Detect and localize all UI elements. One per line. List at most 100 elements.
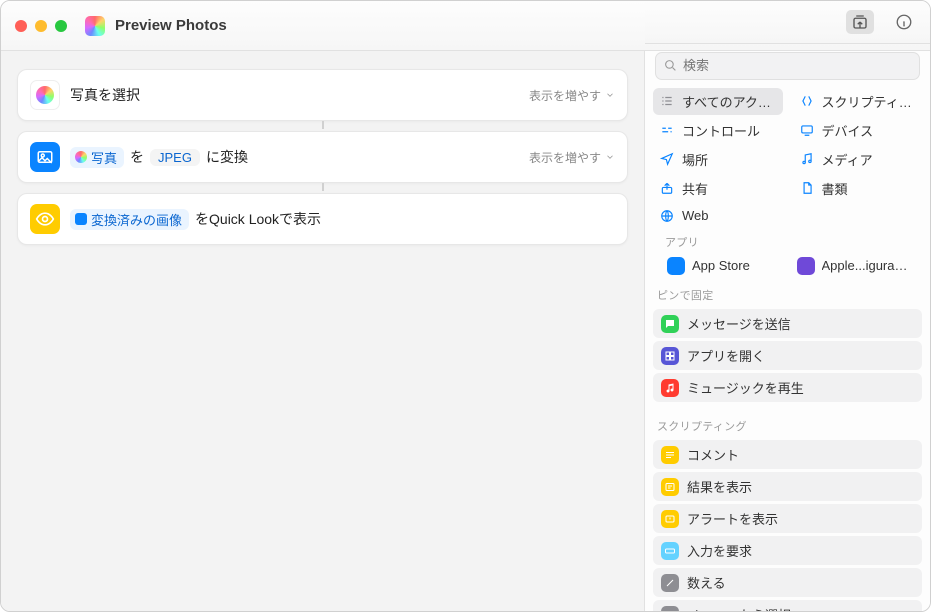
- variable-token[interactable]: 変換済みの画像: [70, 209, 189, 230]
- alert-icon: [661, 510, 679, 528]
- text: を: [130, 147, 144, 167]
- music-icon: [661, 379, 679, 397]
- action-list-item[interactable]: 数える: [653, 568, 922, 597]
- workflow-canvas[interactable]: 写真を選択表示を増やす写真をJPEGに変換表示を増やす変換済みの画像をQuick…: [1, 51, 644, 611]
- category-item[interactable]: 書類: [793, 175, 923, 202]
- action-card[interactable]: 写真を選択 表示を増やす: [17, 69, 628, 121]
- comment-icon: [661, 446, 679, 464]
- action-list-item[interactable]: ミュージックを再生: [653, 373, 922, 402]
- search-field[interactable]: [655, 52, 920, 80]
- eye-icon: [30, 204, 60, 234]
- web-icon: [659, 208, 675, 224]
- categories-section: すべてのアクシ…スクリプティングコントロールデバイス場所メディア共有書類Web …: [645, 88, 930, 281]
- category-label: デバイス: [822, 121, 874, 140]
- action-list-item[interactable]: メッセージを送信: [653, 309, 922, 338]
- show-more-button[interactable]: 表示を増やす: [529, 149, 615, 166]
- window: Preview Photos 写真を選択表示を増やす写真をJPEGに変換表示を増…: [0, 0, 931, 612]
- minimize-window-button[interactable]: [35, 20, 47, 32]
- category-label: 書類: [822, 179, 848, 198]
- action-text: 変換済みの画像をQuick Lookで表示: [70, 209, 321, 230]
- action-label: メッセージを送信: [687, 314, 791, 333]
- control-icon: [659, 122, 675, 138]
- app-item[interactable]: Apple...igurator: [793, 254, 913, 278]
- action-card[interactable]: 写真を JPEG に変換 表示を増やす: [17, 131, 628, 183]
- action-label: メニューから選択: [687, 605, 791, 611]
- library-button[interactable]: [846, 10, 874, 34]
- action-list-item[interactable]: 入力を要求: [653, 536, 922, 565]
- action-label: アプリを開く: [687, 346, 765, 365]
- app-label: Apple...igurator: [822, 258, 909, 273]
- action-text: 写真を選択: [70, 85, 140, 105]
- app-item[interactable]: App Store: [663, 254, 783, 278]
- category-label: メディア: [822, 150, 873, 169]
- action-card[interactable]: 変換済みの画像をQuick Lookで表示: [17, 193, 628, 245]
- action-label: アラートを表示: [687, 509, 778, 528]
- search-icon: [664, 59, 677, 72]
- list-icon: [659, 93, 675, 109]
- action-list-item[interactable]: コメント: [653, 440, 922, 469]
- configurator-icon: [797, 257, 815, 275]
- action-label: コメント: [687, 445, 739, 464]
- action-label: 数える: [687, 573, 726, 592]
- result-icon: [661, 478, 679, 496]
- location-icon: [659, 151, 675, 167]
- content: 写真を選択表示を増やす写真をJPEGに変換表示を増やす変換済みの画像をQuick…: [1, 51, 930, 611]
- doc-icon: [799, 180, 815, 196]
- app-label: App Store: [692, 258, 750, 273]
- category-item[interactable]: コントロール: [653, 117, 783, 144]
- share-icon: [659, 180, 675, 196]
- text: 写真を選択: [70, 85, 140, 105]
- category-label: スクリプティング: [822, 92, 917, 111]
- app-icon: [85, 16, 105, 36]
- category-label: コントロール: [682, 121, 760, 140]
- info-button[interactable]: [890, 10, 918, 34]
- search-row: [645, 44, 930, 88]
- sidebar: すべてのアクシ…スクリプティングコントロールデバイス場所メディア共有書類Web …: [644, 51, 930, 611]
- window-title: Preview Photos: [115, 17, 227, 34]
- action-connector: [317, 121, 329, 131]
- category-item[interactable]: 場所: [653, 146, 783, 173]
- close-window-button[interactable]: [15, 20, 27, 32]
- sidebar-toolbar: [645, 1, 930, 44]
- appstore-icon: [667, 257, 685, 275]
- action-label: ミュージックを再生: [687, 378, 804, 397]
- category-item[interactable]: 共有: [653, 175, 783, 202]
- category-item[interactable]: すべてのアクシ…: [653, 88, 783, 115]
- window-controls: [15, 20, 67, 32]
- action-text: 写真を JPEG に変換: [70, 147, 248, 168]
- picture-icon: [30, 142, 60, 172]
- category-item[interactable]: Web: [653, 204, 783, 228]
- messages-icon: [661, 315, 679, 333]
- show-more-button[interactable]: 表示を増やす: [529, 87, 615, 104]
- text: に変換: [206, 147, 248, 167]
- action-list-item[interactable]: 結果を表示: [653, 472, 922, 501]
- pinned-header: ピンで固定: [645, 281, 930, 305]
- search-input[interactable]: [683, 58, 911, 73]
- category-label: 共有: [682, 179, 708, 198]
- zoom-window-button[interactable]: [55, 20, 67, 32]
- device-icon: [799, 122, 815, 138]
- variable-token[interactable]: 写真: [70, 147, 124, 168]
- text: をQuick Lookで表示: [195, 209, 321, 229]
- token-glyph-icon: [75, 151, 87, 163]
- category-label: 場所: [682, 150, 708, 169]
- count-icon: [661, 574, 679, 592]
- action-list-item[interactable]: メニューから選択: [653, 600, 922, 611]
- script-icon: [799, 93, 815, 109]
- enum-token[interactable]: JPEG: [150, 149, 200, 166]
- scripting-header: スクリプティング: [645, 412, 930, 436]
- chevron-down-icon: [605, 90, 615, 100]
- media-icon: [799, 151, 815, 167]
- action-label: 入力を要求: [687, 541, 752, 560]
- category-item[interactable]: スクリプティング: [793, 88, 923, 115]
- openapp-icon: [661, 347, 679, 365]
- action-list-item[interactable]: アプリを開く: [653, 341, 922, 370]
- category-label: すべてのアクシ…: [682, 92, 777, 111]
- category-item[interactable]: メディア: [793, 146, 923, 173]
- action-list-item[interactable]: アラートを表示: [653, 504, 922, 533]
- category-label: Web: [682, 208, 709, 223]
- menu-icon: [661, 606, 679, 611]
- chevron-down-icon: [605, 152, 615, 162]
- category-item[interactable]: デバイス: [793, 117, 923, 144]
- apps-header: アプリ: [653, 228, 922, 252]
